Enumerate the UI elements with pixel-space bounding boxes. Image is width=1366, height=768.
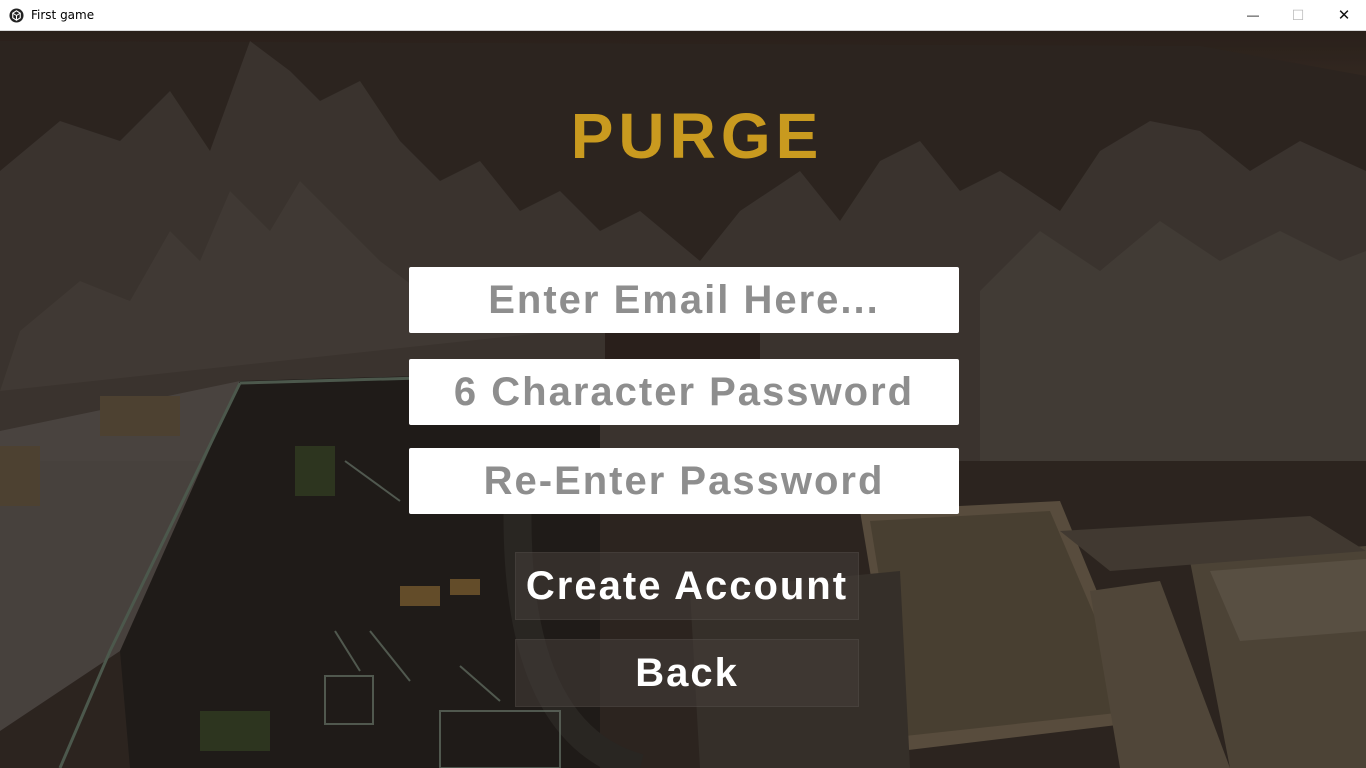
reenter-password-input[interactable] <box>409 447 959 515</box>
maximize-button[interactable]: ☐ <box>1275 0 1321 30</box>
close-icon: ✕ <box>1337 7 1351 24</box>
unity-cube-icon <box>9 8 24 23</box>
password-input[interactable] <box>409 358 959 426</box>
game-title: PURGE <box>570 100 824 172</box>
game-viewport: PURGE Create Account Back <box>0 31 1366 768</box>
minimize-button[interactable]: — <box>1230 0 1276 30</box>
password-field[interactable] <box>409 358 959 426</box>
create-account-button[interactable]: Create Account <box>515 552 859 620</box>
window-title: First game <box>31 8 95 22</box>
reenter-password-field[interactable] <box>409 447 959 515</box>
window-titlebar: First game — ☐ ✕ <box>0 0 1366 31</box>
close-button[interactable]: ✕ <box>1321 0 1366 30</box>
email-field[interactable] <box>409 266 959 334</box>
back-button[interactable]: Back <box>515 639 859 707</box>
minimize-icon: — <box>1247 8 1259 22</box>
email-input[interactable] <box>409 266 959 334</box>
maximize-icon: ☐ <box>1291 6 1305 23</box>
